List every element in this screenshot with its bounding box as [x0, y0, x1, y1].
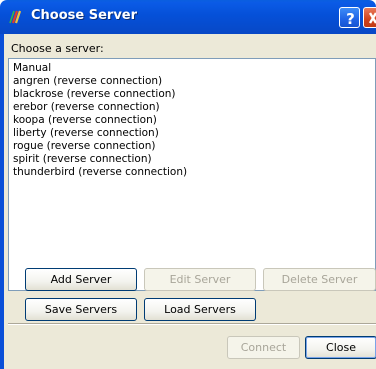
choose-server-dialog: Choose Server ? Choose a server: Manual …: [0, 0, 376, 369]
edit-server-button[interactable]: Edit Server: [144, 268, 256, 291]
list-item[interactable]: koopa (reverse connection): [13, 114, 157, 127]
close-icon: [368, 12, 376, 24]
save-servers-button[interactable]: Save Servers: [25, 298, 137, 321]
load-servers-button[interactable]: Load Servers: [144, 298, 256, 321]
close-button[interactable]: Close: [305, 336, 376, 359]
list-item[interactable]: thunderbird (reverse connection): [13, 166, 187, 179]
title-bar[interactable]: Choose Server ?: [0, 0, 376, 34]
paraview-app-icon: [9, 10, 22, 24]
question-mark-icon: ?: [346, 10, 355, 28]
svg-text:?: ?: [346, 10, 355, 28]
window-close-button[interactable]: [363, 7, 376, 28]
server-list[interactable]: Manual angren (reverse connection) black…: [8, 58, 376, 291]
list-item[interactable]: angren (reverse connection): [13, 75, 162, 88]
delete-server-button[interactable]: Delete Server: [263, 268, 376, 291]
list-item[interactable]: erebor (reverse connection): [13, 101, 160, 114]
connect-button[interactable]: Connect: [227, 336, 300, 359]
choose-server-label: Choose a server:: [11, 42, 104, 55]
list-item[interactable]: blackrose (reverse connection): [13, 88, 176, 101]
separator: [8, 323, 376, 325]
list-item[interactable]: liberty (reverse connection): [13, 127, 159, 140]
list-item[interactable]: rogue (reverse connection): [13, 140, 155, 153]
list-item[interactable]: spirit (reverse connection): [13, 153, 152, 166]
add-server-button[interactable]: Add Server: [25, 268, 137, 291]
list-item[interactable]: Manual: [13, 62, 51, 75]
help-button[interactable]: ?: [339, 7, 360, 28]
window-title: Choose Server: [31, 8, 138, 23]
dialog-body: Choose a server: Manual angren (reverse …: [4, 34, 376, 369]
